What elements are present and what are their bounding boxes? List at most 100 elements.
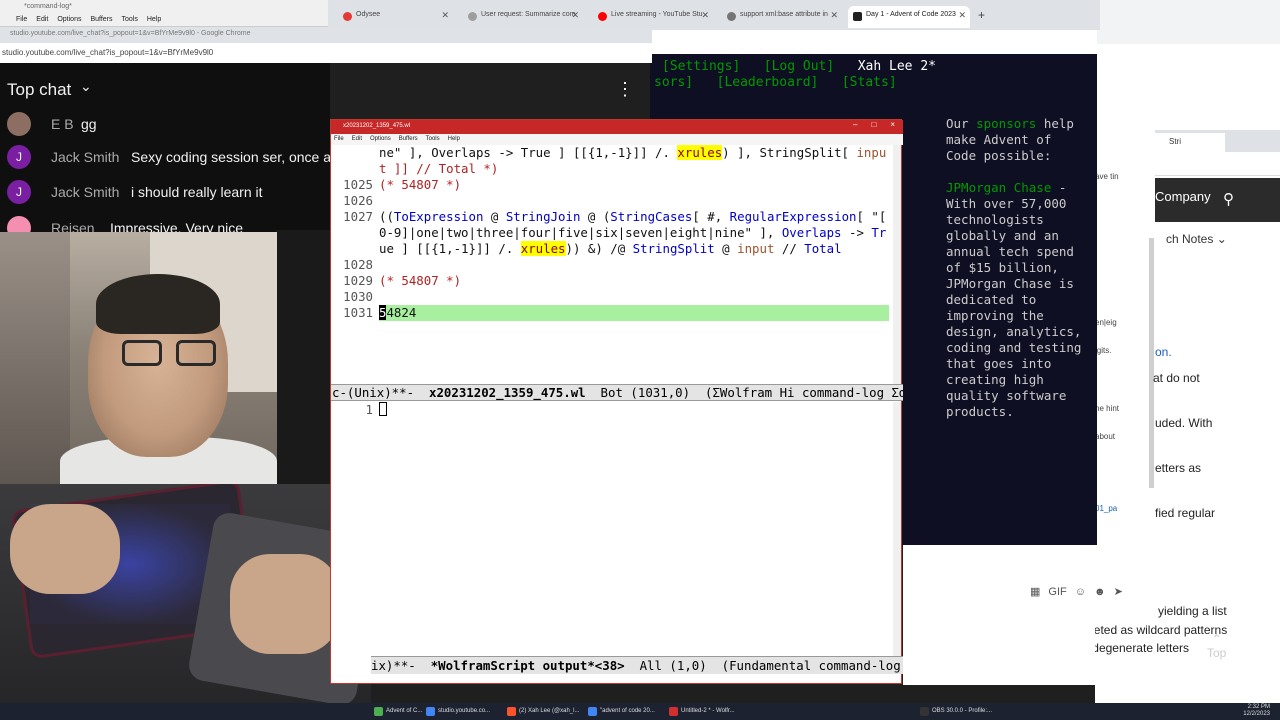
menu-file[interactable]: File — [334, 136, 344, 142]
code-line[interactable]: ue ] [[{1,-1}]] /. xrules)) &) /@ String… — [331, 241, 891, 257]
chevron-up-icon: ⌃ — [1211, 632, 1222, 646]
chat-author[interactable]: Reisen — [51, 220, 95, 232]
tray-time[interactable]: 2:32 PM — [1243, 704, 1270, 711]
browser-tab-user-request[interactable]: User request: Summarize com ✕ — [463, 6, 583, 28]
browser-tab-xml-base[interactable]: support xml:base attribute in ✕ — [722, 6, 842, 28]
chat-author[interactable]: Jack Smith — [51, 149, 119, 165]
docs-address-bar[interactable] — [1155, 152, 1280, 176]
taskbar-item[interactable]: OBS 30.0.0 - Profile:... — [918, 705, 992, 719]
mode-line-buffer-name[interactable]: x20231202_1359_475.wl — [429, 385, 586, 400]
code-line[interactable]: 1028 — [331, 257, 891, 273]
chat-text: gg — [81, 116, 97, 132]
menu-options[interactable]: Options — [370, 136, 391, 142]
minimize-icon[interactable]: – — [853, 120, 857, 129]
menu-tools[interactable]: Tools — [122, 16, 138, 23]
chat-text: i should really learn it — [131, 184, 263, 200]
docs-active-tab[interactable]: Stri — [1155, 133, 1225, 152]
docs-tech-notes-label: ch Notes — [1166, 232, 1214, 246]
browser-tab-odysee[interactable]: Odysee ✕ — [338, 6, 453, 28]
docs-company-link[interactable]: Company — [1155, 189, 1211, 204]
code-line[interactable]: 1029 (* 54807 *) — [331, 273, 891, 289]
line-number: 1027 — [343, 209, 373, 224]
new-tab-button[interactable]: + — [976, 6, 992, 28]
more-options-icon[interactable]: ⋮ — [616, 79, 634, 100]
menu-file[interactable]: File — [16, 16, 27, 23]
search-icon[interactable]: ⚲ — [1223, 190, 1234, 208]
docs-tech-notes-menu[interactable]: ch Notes ⌄ — [1166, 232, 1227, 246]
code-line-current[interactable]: 1031 54824 — [331, 305, 891, 321]
code-function: RegularExpression — [729, 209, 857, 224]
docs-content-lower — [903, 545, 1095, 685]
browser-tab-advent-of-code[interactable]: Day 1 - Advent of Code 2023 ✕ — [848, 6, 970, 28]
aoc-icon — [853, 12, 862, 21]
aoc-sponsors-inline-link[interactable]: sponsors — [976, 116, 1036, 131]
chevron-down-icon[interactable]: ⌄ — [80, 78, 92, 95]
code-line[interactable]: 1027 ((ToExpression @ StringJoin @ (Strin… — [331, 209, 891, 225]
mode-line-state: ix)**- — [371, 658, 431, 673]
menu-help[interactable]: Help — [147, 16, 161, 23]
close-icon[interactable]: ✕ — [958, 10, 966, 21]
close-icon[interactable]: ✕ — [571, 10, 579, 21]
menu-buffers[interactable]: Buffers — [399, 136, 418, 142]
chat-message: J Jack Smith Sexy coding session ser, on… — [7, 145, 337, 171]
output-scrollbar[interactable] — [893, 402, 901, 658]
aoc-sponsor-name-link[interactable]: JPMorgan Chase — [946, 180, 1051, 195]
editor-scrollbar[interactable] — [893, 145, 901, 384]
taskbar-item[interactable]: "advent of code 20... — [586, 705, 655, 719]
menu-edit[interactable]: Edit — [352, 136, 362, 142]
code-line[interactable]: 1030 — [331, 289, 891, 305]
tray-date[interactable]: 12/2/2023 — [1243, 711, 1270, 718]
aoc-sponsors-link[interactable]: sors] — [654, 75, 693, 90]
chat-url-bar[interactable]: studio.youtube.com/live_chat?is_popout=1… — [0, 43, 652, 63]
docs-scrollbar[interactable] — [1149, 238, 1154, 488]
send-icon[interactable]: ➤ — [1114, 586, 1123, 598]
taskbar-item[interactable]: studio.youtube.co... — [424, 705, 490, 719]
sticker-icon[interactable]: ▦ — [1030, 586, 1040, 598]
code-function: Total — [804, 241, 842, 256]
back-to-top-link[interactable]: ⌃ Top — [1207, 632, 1226, 660]
code-function: StringJoin — [505, 209, 581, 224]
code-text: @ ( — [580, 209, 611, 224]
chat-mode-title[interactable]: Top chat — [7, 80, 71, 100]
taskbar-item[interactable]: Advent of C... — [372, 705, 422, 719]
aoc-logout-link[interactable]: [Log Out] — [764, 59, 834, 74]
code-comment: (* 54807 *) — [379, 177, 462, 192]
docs-text-fragment: en|eig — [1095, 318, 1117, 327]
avatar — [7, 112, 31, 136]
close-icon[interactable]: × — [890, 120, 895, 129]
taskbar-item[interactable]: (2) Xah Lee (@xah_l... — [505, 705, 579, 719]
emoji-icon[interactable]: ☺ — [1075, 586, 1086, 598]
emoji-alt-icon[interactable]: ☻ — [1094, 586, 1106, 598]
aoc-leaderboard-link[interactable]: [Leaderboard] — [717, 75, 819, 90]
code-line[interactable]: 0-9]|one|two|three|four|five|six|seven|e… — [331, 225, 891, 241]
code-line[interactable]: t ]] // Total *) — [331, 161, 891, 177]
code-text: (( — [379, 209, 394, 224]
aoc-settings-link[interactable]: [Settings] — [662, 59, 740, 74]
close-icon[interactable]: ✕ — [830, 10, 838, 21]
menu-tools[interactable]: Tools — [426, 136, 440, 142]
maximize-icon[interactable]: □ — [871, 120, 876, 129]
webcam-face-video — [0, 232, 277, 484]
code-line[interactable]: 1025 (* 54807 *) — [331, 177, 891, 193]
mode-line-buffer-name[interactable]: *WolframScript output*<38> — [431, 658, 625, 673]
browser-tab-youtube-studio[interactable]: Live streaming - YouTube Stu ✕ — [593, 6, 713, 28]
code-line[interactable]: ne" ], Overlaps -> True ] [[{1,-1}]] /. … — [331, 145, 891, 161]
mode-line-code-buffer: c-(Unix)**- x20231202_1359_475.wl Bot (1… — [331, 384, 903, 401]
close-icon[interactable]: ✕ — [701, 10, 709, 21]
menu-help[interactable]: Help — [448, 136, 460, 142]
chat-author[interactable]: E B — [51, 116, 74, 132]
menu-edit[interactable]: Edit — [36, 16, 48, 23]
menu-options[interactable]: Options — [57, 16, 81, 23]
menu-buffers[interactable]: Buffers — [90, 16, 112, 23]
code-function: StringCases — [610, 209, 693, 224]
code-text: 4824 — [386, 305, 417, 320]
code-line[interactable]: 1026 — [331, 193, 891, 209]
output-buffer-line[interactable]: 1 — [331, 402, 891, 418]
chat-author[interactable]: Jack Smith — [51, 184, 119, 200]
gif-icon[interactable]: GIF — [1048, 586, 1066, 598]
aoc-stats-link[interactable]: [Stats] — [842, 75, 897, 90]
taskbar-item[interactable]: Untitled-2 * - Wolfr... — [667, 705, 735, 719]
docs-text-fragment: yielding a list — [1158, 604, 1227, 618]
code-text: [ "[ — [856, 209, 887, 224]
close-icon[interactable]: ✕ — [441, 10, 449, 21]
